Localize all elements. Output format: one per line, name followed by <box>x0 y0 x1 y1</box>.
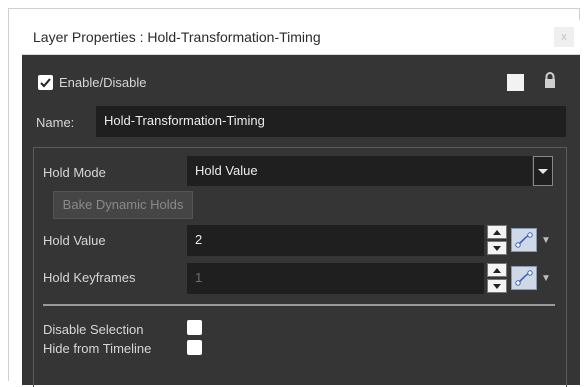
name-input[interactable]: Hold-Transformation-Timing <box>96 106 566 137</box>
function-curve-icon[interactable] <box>511 266 537 290</box>
name-label: Name: <box>36 115 75 130</box>
title-bar: Layer Properties : Hold-Transformation-T… <box>22 20 580 55</box>
spin-up-icon[interactable] <box>487 263 507 277</box>
disable-selection-checkbox[interactable] <box>187 320 202 335</box>
hold-keyframes-spinner[interactable] <box>487 263 507 293</box>
enable-checkbox[interactable] <box>38 75 53 90</box>
hold-value-label: Hold Value <box>43 233 106 248</box>
properties-panel: Enable/Disable Name: Hold-Transformation… <box>22 55 580 387</box>
hide-from-timeline-label: Hide from Timeline <box>43 341 152 356</box>
close-button[interactable]: x <box>554 27 574 47</box>
hold-mode-label: Hold Mode <box>43 165 106 180</box>
hold-value-spinner[interactable] <box>487 225 507 255</box>
window-title: Layer Properties : Hold-Transformation-T… <box>33 29 321 45</box>
hold-keyframes-label: Hold Keyframes <box>43 270 136 285</box>
color-swatch-icon[interactable] <box>507 74 524 91</box>
spin-up-icon[interactable] <box>487 225 507 239</box>
function-curve-icon[interactable] <box>511 228 537 252</box>
enable-label: Enable/Disable <box>59 75 147 90</box>
hide-from-timeline-checkbox[interactable] <box>187 340 202 355</box>
hold-keyframes-input[interactable]: 1 <box>187 263 484 294</box>
hold-settings-group: Hold Mode Hold Value Bake Dynamic Holds … <box>33 147 567 387</box>
dropdown-arrow-icon[interactable] <box>533 156 553 186</box>
bake-dynamic-holds-button[interactable]: Bake Dynamic Holds <box>53 191 193 219</box>
lock-icon[interactable] <box>543 71 557 89</box>
spin-down-icon[interactable] <box>487 279 507 293</box>
hold-value-input[interactable]: 2 <box>187 225 484 256</box>
spin-down-icon[interactable] <box>487 241 507 255</box>
checkmark-icon <box>40 78 51 88</box>
menu-arrow-icon[interactable]: ▼ <box>541 273 551 284</box>
menu-arrow-icon[interactable]: ▼ <box>541 235 551 246</box>
divider <box>43 304 555 306</box>
disable-selection-label: Disable Selection <box>43 322 144 337</box>
hold-mode-select[interactable]: Hold Value <box>187 156 532 186</box>
